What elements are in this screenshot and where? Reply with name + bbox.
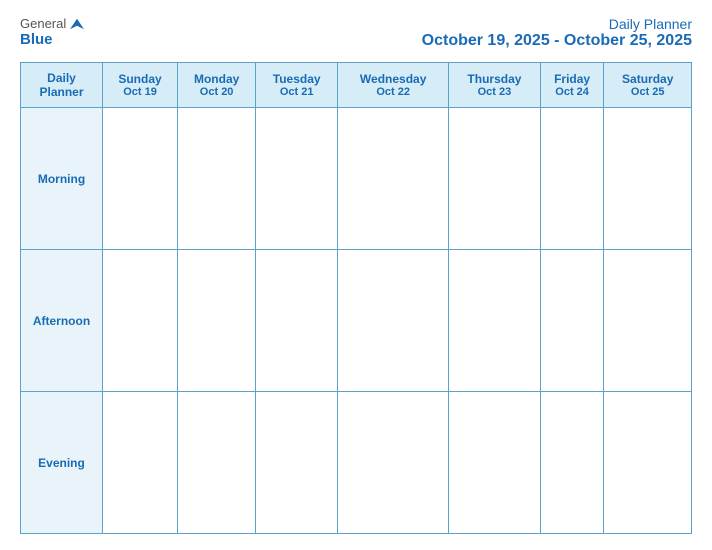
evening-row: Evening: [21, 392, 692, 534]
day-header-saturday: Saturday Oct 25: [604, 63, 692, 108]
afternoon-wednesday-cell[interactable]: [338, 250, 449, 392]
monday-date: Oct 20: [180, 86, 253, 98]
morning-monday-cell[interactable]: [178, 108, 256, 250]
afternoon-row: Afternoon: [21, 250, 692, 392]
morning-sunday-cell[interactable]: [103, 108, 178, 250]
planner-title: Daily Planner: [422, 16, 692, 32]
wednesday-date: Oct 22: [340, 86, 446, 98]
afternoon-saturday-cell[interactable]: [604, 250, 692, 392]
page-header: General Blue Daily Planner October 19, 2…: [20, 16, 692, 50]
header-row: Daily Planner Sunday Oct 19 Monday Oct 2…: [21, 63, 692, 108]
evening-sunday-cell[interactable]: [103, 392, 178, 534]
tuesday-name: Tuesday: [258, 72, 335, 86]
wednesday-name: Wednesday: [340, 72, 446, 86]
evening-monday-cell[interactable]: [178, 392, 256, 534]
sunday-name: Sunday: [105, 72, 175, 86]
logo-general-text: General: [20, 16, 66, 31]
day-header-monday: Monday Oct 20: [178, 63, 256, 108]
morning-thursday-cell[interactable]: [449, 108, 541, 250]
morning-label: Morning: [38, 172, 85, 186]
sunday-date: Oct 19: [105, 86, 175, 98]
thursday-name: Thursday: [451, 72, 538, 86]
day-header-tuesday: Tuesday Oct 21: [256, 63, 338, 108]
friday-name: Friday: [543, 72, 602, 86]
evening-thursday-cell[interactable]: [449, 392, 541, 534]
afternoon-tuesday-cell[interactable]: [256, 250, 338, 392]
label-header-line1: Daily: [25, 71, 98, 85]
afternoon-label: Afternoon: [33, 314, 90, 328]
label-header-line2: Planner: [25, 85, 98, 99]
morning-saturday-cell[interactable]: [604, 108, 692, 250]
logo-bird-icon: [68, 17, 86, 31]
afternoon-sunday-cell[interactable]: [103, 250, 178, 392]
morning-friday-cell[interactable]: [540, 108, 604, 250]
evening-friday-cell[interactable]: [540, 392, 604, 534]
tuesday-date: Oct 21: [258, 86, 335, 98]
morning-label-cell: Morning: [21, 108, 103, 250]
evening-saturday-cell[interactable]: [604, 392, 692, 534]
morning-wednesday-cell[interactable]: [338, 108, 449, 250]
day-header-wednesday: Wednesday Oct 22: [338, 63, 449, 108]
morning-tuesday-cell[interactable]: [256, 108, 338, 250]
afternoon-friday-cell[interactable]: [540, 250, 604, 392]
label-column-header: Daily Planner: [21, 63, 103, 108]
thursday-date: Oct 23: [451, 86, 538, 98]
saturday-name: Saturday: [606, 72, 689, 86]
saturday-date: Oct 25: [606, 86, 689, 98]
evening-wednesday-cell[interactable]: [338, 392, 449, 534]
header-info: Daily Planner October 19, 2025 - October…: [422, 16, 692, 50]
day-header-sunday: Sunday Oct 19: [103, 63, 178, 108]
monday-name: Monday: [180, 72, 253, 86]
evening-label: Evening: [38, 456, 85, 470]
afternoon-monday-cell[interactable]: [178, 250, 256, 392]
planner-table: Daily Planner Sunday Oct 19 Monday Oct 2…: [20, 62, 692, 534]
day-header-friday: Friday Oct 24: [540, 63, 604, 108]
day-header-thursday: Thursday Oct 23: [449, 63, 541, 108]
logo-blue-text: Blue: [20, 31, 53, 48]
friday-date: Oct 24: [543, 86, 602, 98]
evening-label-cell: Evening: [21, 392, 103, 534]
morning-row: Morning: [21, 108, 692, 250]
afternoon-thursday-cell[interactable]: [449, 250, 541, 392]
logo: General Blue: [20, 16, 86, 48]
afternoon-label-cell: Afternoon: [21, 250, 103, 392]
evening-tuesday-cell[interactable]: [256, 392, 338, 534]
date-range: October 19, 2025 - October 25, 2025: [422, 32, 692, 50]
